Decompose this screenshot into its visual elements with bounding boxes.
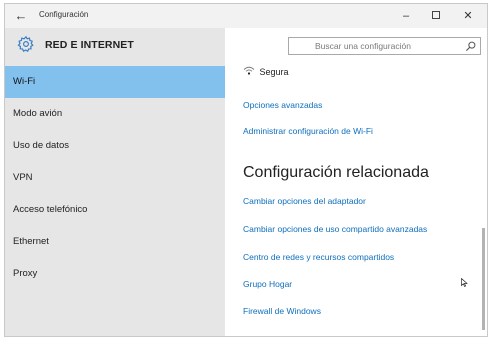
title-bar: ← Configuración – ✕ [5, 4, 487, 28]
related-settings-heading: Configuración relacionada [243, 164, 429, 181]
homegroup-link[interactable]: Grupo Hogar [243, 279, 292, 289]
maximize-icon [432, 11, 440, 20]
section-header: RED E INTERNET [5, 28, 225, 62]
search-box[interactable] [288, 37, 481, 55]
manage-wifi-settings-link[interactable]: Administrar configuración de Wi-Fi [243, 126, 373, 136]
network-security-row: Segura [243, 66, 289, 80]
sidebar-item-uso-de-datos[interactable]: Uso de datos [5, 130, 225, 162]
windows-firewall-link[interactable]: Firewall de Windows [243, 306, 321, 316]
maximize-button[interactable] [421, 4, 451, 28]
sidebar-title: RED E INTERNET [45, 39, 134, 51]
sidebar-item-proxy[interactable]: Proxy [5, 258, 225, 290]
minimize-button[interactable]: – [391, 4, 421, 28]
search-input[interactable] [289, 38, 461, 54]
sidebar-item-vpn[interactable]: VPN [5, 162, 225, 194]
close-button[interactable]: ✕ [453, 4, 483, 28]
settings-window: ← Configuración – ✕ RED E INTERNET Wi-Fi… [4, 3, 488, 337]
sidebar-nav: Wi-Fi Modo avión Uso de datos VPN Acceso… [5, 66, 225, 290]
sidebar: RED E INTERNET Wi-Fi Modo avión Uso de d… [5, 28, 225, 336]
lock-wifi-icon [243, 66, 255, 75]
security-label: Segura [259, 67, 289, 77]
search-icon [465, 41, 476, 52]
window-title: Configuración [39, 10, 89, 19]
wifi-signal-icon [243, 66, 257, 77]
mouse-cursor-icon [461, 278, 468, 287]
network-sharing-center-link[interactable]: Centro de redes y recursos compartidos [243, 252, 394, 262]
sidebar-item-acceso-telefonico[interactable]: Acceso telefónico [5, 194, 225, 226]
sidebar-item-modo-avion[interactable]: Modo avión [5, 98, 225, 130]
scrollbar-thumb[interactable] [482, 228, 485, 330]
adapter-options-link[interactable]: Cambiar opciones del adaptador [243, 196, 366, 206]
sidebar-item-ethernet[interactable]: Ethernet [5, 226, 225, 258]
back-arrow-icon[interactable]: ← [11, 6, 31, 26]
advanced-options-link[interactable]: Opciones avanzadas [243, 100, 322, 110]
advanced-sharing-link[interactable]: Cambiar opciones de uso compartido avanz… [243, 224, 427, 234]
sidebar-item-wifi[interactable]: Wi-Fi [5, 66, 225, 98]
main-content: Segura Opciones avanzadas Administrar co… [225, 28, 487, 336]
gear-icon [17, 35, 34, 52]
